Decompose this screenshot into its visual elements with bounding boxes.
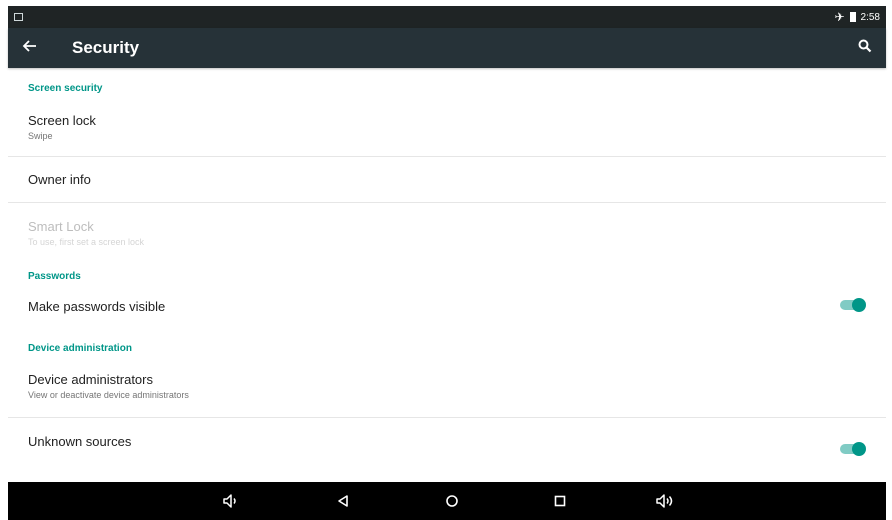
toggle-switch[interactable] bbox=[836, 442, 866, 456]
volume-up-icon[interactable] bbox=[651, 482, 681, 520]
pref-device-administrators[interactable]: Device administrators View or deactivate… bbox=[8, 358, 886, 417]
status-time: 2:58 bbox=[860, 11, 880, 23]
airplane-mode-icon: ✈ bbox=[834, 10, 845, 24]
section-header-device-administration: Device administration bbox=[28, 343, 132, 354]
settings-list: Screen security Screen lock Swipe Owner … bbox=[8, 68, 886, 482]
search-icon[interactable] bbox=[858, 39, 872, 58]
pref-title: Device administrators bbox=[28, 372, 153, 387]
pref-title: Smart Lock bbox=[28, 219, 94, 234]
status-bar: ✈ 2:58 bbox=[8, 6, 886, 28]
back-triangle-icon[interactable] bbox=[328, 482, 358, 520]
toggle-thumb bbox=[852, 442, 866, 456]
status-right: ✈ 2:58 bbox=[834, 10, 880, 24]
app-toolbar: Security bbox=[8, 28, 886, 68]
toggle-thumb bbox=[852, 298, 866, 312]
section-header-passwords: Passwords bbox=[28, 271, 81, 282]
pref-summary: Swipe bbox=[28, 131, 53, 141]
pref-smart-lock: Smart Lock To use, first set a screen lo… bbox=[8, 203, 886, 268]
battery-icon bbox=[849, 12, 856, 22]
section-header-screen-security: Screen security bbox=[28, 83, 103, 94]
pref-title: Screen lock bbox=[28, 113, 96, 128]
pref-make-passwords-visible[interactable]: Make passwords visible bbox=[8, 286, 886, 340]
page-title: Security bbox=[72, 38, 140, 57]
notification-icon bbox=[14, 13, 23, 21]
home-circle-icon[interactable] bbox=[437, 482, 467, 520]
arrow-back-icon[interactable] bbox=[22, 38, 46, 59]
pref-owner-info[interactable]: Owner info bbox=[8, 157, 886, 202]
pref-screen-lock[interactable]: Screen lock Swipe bbox=[8, 98, 886, 156]
recents-square-icon[interactable] bbox=[545, 482, 575, 520]
pref-title: Unknown sources bbox=[28, 434, 132, 449]
pref-summary: View or deactivate device administrators bbox=[28, 390, 189, 400]
pref-summary: To use, first set a screen lock bbox=[28, 237, 145, 247]
pref-unknown-sources[interactable]: Unknown sources bbox=[8, 418, 886, 468]
volume-down-icon[interactable] bbox=[217, 482, 247, 520]
navigation-bar bbox=[8, 482, 886, 520]
pref-title: Make passwords visible bbox=[28, 299, 166, 314]
pref-title: Owner info bbox=[28, 172, 91, 187]
toggle-switch[interactable] bbox=[836, 298, 866, 312]
